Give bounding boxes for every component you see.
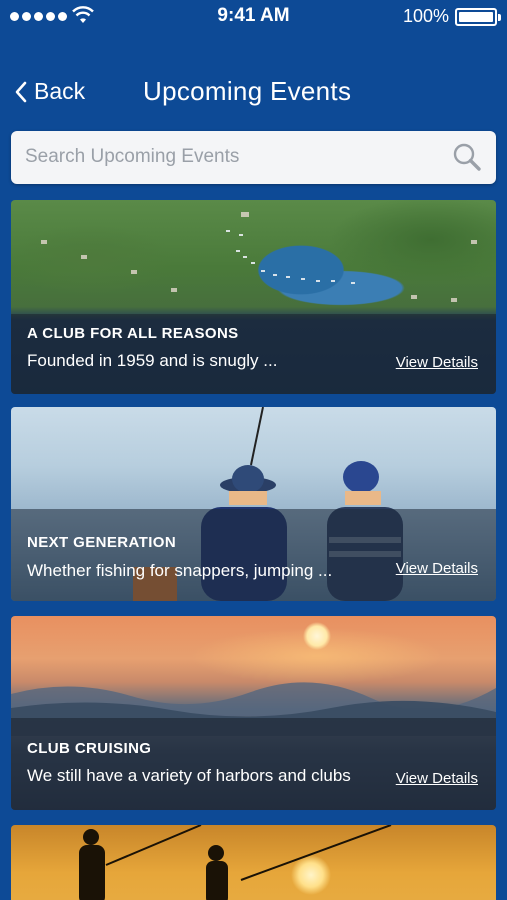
view-details-link[interactable]: View Details xyxy=(396,354,478,371)
back-button[interactable]: Back xyxy=(14,78,85,105)
event-card[interactable]: CLUB CRUISING We still have a variety of… xyxy=(11,616,496,810)
sunset-fishing-photo xyxy=(11,825,496,900)
search-icon[interactable] xyxy=(452,142,482,172)
page-title: Upcoming Events xyxy=(143,76,352,106)
event-card[interactable]: NEXT GENERATION Whether fishing for snap… xyxy=(11,407,496,601)
status-bar: 9:41 AM 100% xyxy=(0,0,507,34)
event-title: A CLUB FOR ALL REASONS xyxy=(27,325,239,342)
card-overlay xyxy=(11,718,496,810)
search-bar xyxy=(11,131,496,184)
event-title: NEXT GENERATION xyxy=(27,534,177,551)
event-card[interactable]: A CLUB FOR ALL REASONS Founded in 1959 a… xyxy=(11,200,496,394)
battery-percentage: 100% xyxy=(402,6,449,26)
event-title: CLUB CRUISING xyxy=(27,740,152,757)
back-label: Back xyxy=(34,78,86,104)
battery-icon xyxy=(455,8,501,26)
navigation-bar: Back Upcoming Events xyxy=(0,70,507,114)
event-description: Whether fishing for snappers, jumping ..… xyxy=(27,561,333,580)
view-details-link[interactable]: View Details xyxy=(396,770,478,787)
event-description: Founded in 1959 and is snugly ... xyxy=(27,351,278,370)
view-details-link[interactable]: View Details xyxy=(396,560,478,577)
chevron-left-icon xyxy=(15,81,27,102)
event-card[interactable] xyxy=(11,825,496,900)
search-input[interactable] xyxy=(25,139,445,175)
event-description: We still have a variety of harbors and c… xyxy=(27,766,351,785)
card-overlay xyxy=(11,509,496,601)
